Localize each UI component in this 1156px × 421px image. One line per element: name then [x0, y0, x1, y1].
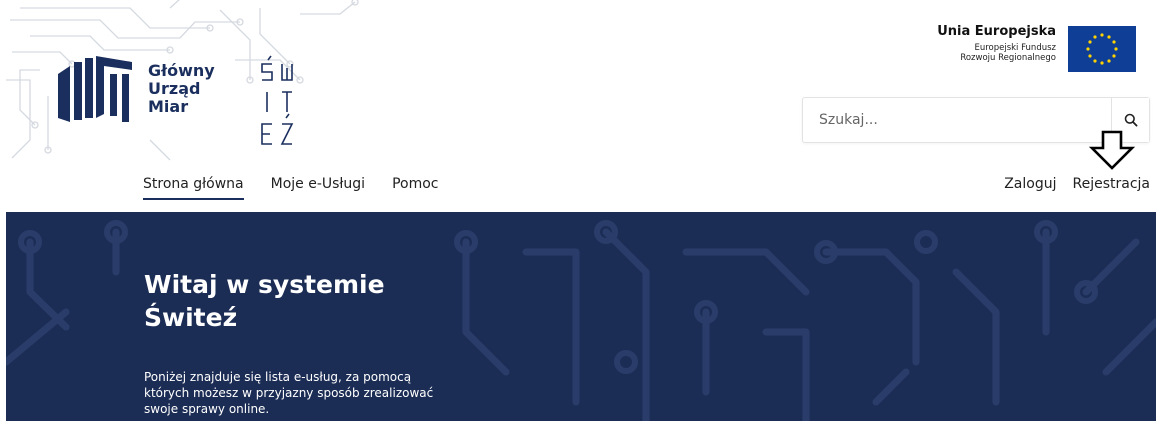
hero-description: Poniżej znajduje się lista e-usług, za p… — [144, 370, 434, 416]
eu-subtitle: Europejski Fundusz Rozwoju Regionalnego — [960, 43, 1056, 63]
register-link[interactable]: Rejestracja — [1073, 176, 1151, 198]
eu-title: Unia Europejska — [937, 24, 1056, 39]
eu-flag-icon — [1068, 26, 1136, 72]
switez-logo-icon — [261, 55, 294, 145]
search-icon — [1124, 113, 1137, 127]
hero-banner: Witaj w systemie Świteź Poniżej znajduje… — [6, 212, 1156, 421]
logo-line-3: Miar — [148, 97, 189, 116]
logo-line-2: Urząd — [148, 79, 201, 98]
main-nav: Strona główna Moje e-Usługi Pomoc — [143, 176, 465, 200]
account-nav: Zaloguj Rejestracja — [988, 176, 1150, 198]
eu-funding-badge: Unia Europejska Europejski Fundusz Rozwo… — [844, 24, 1144, 72]
gum-logo[interactable]: Główny Urząd Miar — [52, 48, 312, 160]
gum-logo-text: Główny Urząd Miar — [148, 62, 215, 116]
hero-title: Witaj w systemie Świteź — [144, 268, 464, 334]
hero-title-line-2: Świteź — [144, 303, 238, 332]
down-arrow-icon — [1088, 130, 1136, 170]
eu-subtitle-line-1: Europejski Fundusz — [974, 43, 1056, 53]
eu-subtitle-line-2: Rozwoju Regionalnego — [960, 53, 1056, 63]
login-link[interactable]: Zaloguj — [1004, 176, 1056, 198]
nav-help[interactable]: Pomoc — [392, 176, 438, 200]
gum-logo-icon — [58, 56, 132, 122]
nav-home[interactable]: Strona główna — [143, 176, 244, 200]
hero-title-line-1: Witaj w systemie — [144, 270, 385, 299]
search-input[interactable] — [803, 98, 1111, 142]
nav-my-eservices[interactable]: Moje e-Usługi — [271, 176, 365, 200]
site-header: Główny Urząd Miar Unia Europejska Europe… — [0, 0, 1156, 212]
logo-line-1: Główny — [148, 61, 215, 80]
